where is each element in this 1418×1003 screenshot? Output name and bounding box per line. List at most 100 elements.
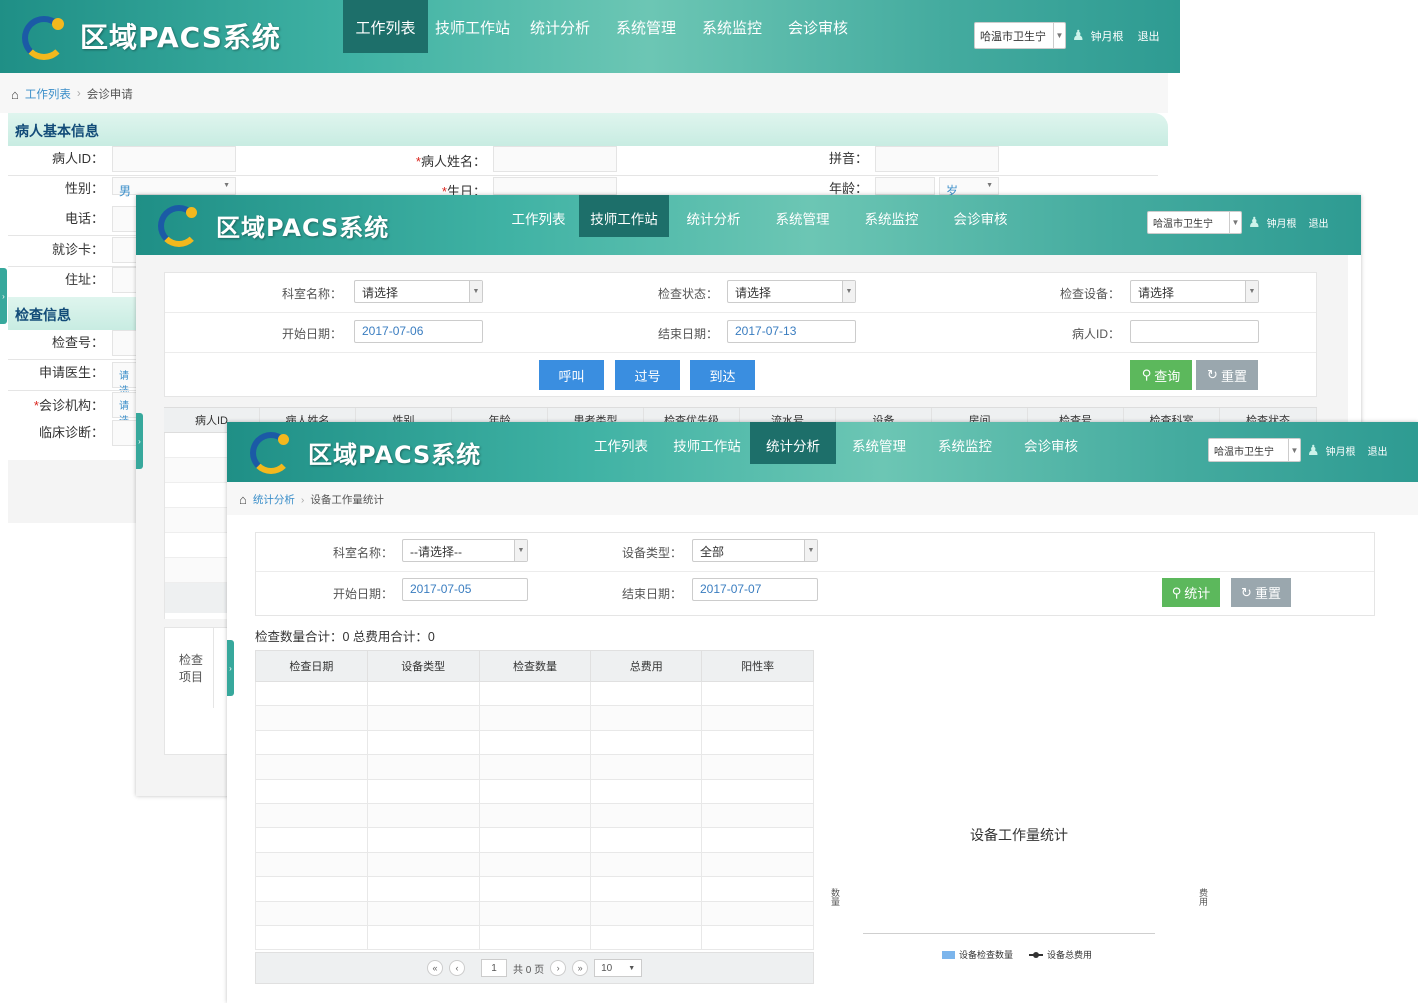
dept-select[interactable]: --请选择-- ▼ bbox=[402, 539, 528, 562]
column-header[interactable]: 设备类型 bbox=[366, 650, 480, 682]
label-consult-org: *会诊机构： bbox=[33, 398, 104, 413]
breadcrumb-link[interactable]: 工作列表 bbox=[25, 86, 71, 102]
birthday-field[interactable] bbox=[493, 177, 617, 195]
column-header[interactable]: 检查数量 bbox=[478, 650, 592, 682]
region-select[interactable]: 哈温市卫生宁 ▼ bbox=[1147, 211, 1242, 234]
first-page-icon[interactable]: « bbox=[427, 960, 443, 976]
home-icon[interactable]: ⌂ bbox=[239, 492, 247, 507]
label-gender: 性别： bbox=[64, 181, 104, 196]
logo-icon bbox=[158, 203, 204, 247]
label-card: 就诊卡： bbox=[51, 242, 104, 257]
nav-worklist[interactable]: 工作列表 bbox=[578, 422, 664, 464]
stat-button[interactable]: ⚲ 统计 bbox=[1162, 578, 1220, 607]
table-row bbox=[255, 876, 814, 902]
nav-technician[interactable]: 技师工作站 bbox=[664, 422, 750, 464]
breadcrumb: ⌂ 工作列表 › 会诊申请 bbox=[11, 86, 133, 102]
main-nav: 工作列表 技师工作站 统计分析 系统管理 系统监控 会诊审核 bbox=[498, 195, 1025, 255]
query-button[interactable]: ⚲ 查询 bbox=[1130, 360, 1192, 390]
side-collapse-tab[interactable]: › bbox=[227, 640, 234, 696]
caret-down-icon: ▼ bbox=[1245, 281, 1258, 302]
logout-link[interactable]: 退出 bbox=[1138, 28, 1160, 44]
label-exam-no: 检查号： bbox=[51, 335, 104, 350]
nav-technician[interactable]: 技师工作站 bbox=[428, 0, 517, 53]
main-nav: 工作列表 技师工作站 统计分析 系统管理 系统监控 会诊审核 bbox=[343, 0, 861, 73]
side-collapse-tab[interactable]: › bbox=[136, 413, 143, 469]
legend-item-count[interactable]: 设备检查数量 bbox=[942, 948, 1013, 961]
nav-system-admin[interactable]: 系统管理 bbox=[758, 195, 847, 237]
age-unit-select[interactable]: 岁 ▼ bbox=[939, 177, 999, 198]
legend-item-fee[interactable]: 设备总费用 bbox=[1029, 948, 1092, 961]
search-icon: ⚲ bbox=[1171, 584, 1182, 600]
logout-link[interactable]: 退出 bbox=[1368, 443, 1388, 458]
nav-worklist[interactable]: 工作列表 bbox=[343, 0, 428, 53]
region-select[interactable]: 哈温市卫生宁 ▼ bbox=[1208, 438, 1301, 462]
home-icon[interactable]: ⌂ bbox=[11, 87, 19, 102]
logout-link[interactable]: 退出 bbox=[1309, 215, 1329, 230]
table-row bbox=[255, 705, 814, 731]
page-total: 共 0 页 bbox=[513, 964, 545, 976]
column-header[interactable]: 检查日期 bbox=[255, 650, 368, 682]
patient-id-field[interactable] bbox=[112, 146, 236, 172]
label-diagnosis: 临床诊断： bbox=[38, 425, 104, 440]
nav-consult-review[interactable]: 会诊审核 bbox=[1008, 422, 1094, 464]
breadcrumb-current: 会诊申请 bbox=[86, 89, 133, 101]
side-collapse-tab[interactable]: › bbox=[0, 268, 7, 324]
end-date-field[interactable]: 2017-07-13 bbox=[727, 320, 856, 343]
refresh-icon: ↻ bbox=[1241, 584, 1252, 600]
call-button[interactable]: 呼叫 bbox=[539, 360, 604, 390]
start-date-field[interactable]: 2017-07-06 bbox=[354, 320, 483, 343]
chart-legend: 设备检查数量 设备总费用 bbox=[942, 948, 1092, 961]
patient-id-field[interactable] bbox=[1130, 320, 1259, 343]
nav-consult-review[interactable]: 会诊审核 bbox=[936, 195, 1025, 237]
label-start-date: 开始日期： bbox=[281, 327, 342, 341]
gender-select[interactable]: 男 ▼ bbox=[112, 177, 236, 198]
skip-button[interactable]: 过号 bbox=[615, 360, 680, 390]
breadcrumb: ⌂ 统计分析 › 设备工作量统计 bbox=[239, 492, 384, 507]
chart-title: 设备工作量统计 bbox=[970, 827, 1068, 843]
reset-button[interactable]: ↻ 重置 bbox=[1231, 578, 1291, 607]
nav-statistics[interactable]: 统计分析 bbox=[517, 0, 603, 53]
nav-system-monitor[interactable]: 系统监控 bbox=[922, 422, 1008, 464]
label-exam-device: 检查设备： bbox=[1059, 287, 1120, 301]
nav-system-monitor[interactable]: 系统监控 bbox=[847, 195, 936, 237]
app-logo: 区域PACS系统 bbox=[158, 203, 389, 247]
table-row bbox=[255, 680, 814, 707]
arrive-button[interactable]: 到达 bbox=[690, 360, 755, 390]
window-device-workload: 区域PACS系统 工作列表 技师工作站 统计分析 系统管理 系统监控 会诊审核 … bbox=[227, 422, 1418, 1003]
breadcrumb-current: 设备工作量统计 bbox=[310, 494, 384, 506]
age-field[interactable] bbox=[875, 177, 935, 195]
column-header[interactable]: 阳性率 bbox=[701, 650, 814, 682]
end-date-field[interactable]: 2017-07-07 bbox=[692, 578, 818, 601]
app-header: 区域PACS系统 工作列表 技师工作站 统计分析 系统管理 系统监控 会诊审核 … bbox=[136, 195, 1361, 255]
reset-button[interactable]: ↻ 重置 bbox=[1196, 360, 1258, 390]
nav-statistics[interactable]: 统计分析 bbox=[750, 422, 836, 464]
exam-status-select[interactable]: 请选择 ▼ bbox=[727, 280, 856, 303]
label-dept: 科室名称： bbox=[281, 287, 342, 301]
nav-system-admin[interactable]: 系统管理 bbox=[836, 422, 922, 464]
nav-system-monitor[interactable]: 系统监控 bbox=[689, 0, 775, 53]
patient-name-field[interactable] bbox=[493, 146, 617, 172]
start-date-field[interactable]: 2017-07-05 bbox=[402, 578, 528, 601]
prev-page-icon[interactable]: ‹ bbox=[449, 960, 465, 976]
nav-worklist[interactable]: 工作列表 bbox=[498, 195, 579, 237]
nav-system-admin[interactable]: 系统管理 bbox=[603, 0, 689, 53]
breadcrumb-bar bbox=[0, 73, 1168, 113]
nav-statistics[interactable]: 统计分析 bbox=[669, 195, 758, 237]
nav-consult-review[interactable]: 会诊审核 bbox=[775, 0, 861, 53]
next-page-icon[interactable]: › bbox=[550, 960, 567, 976]
device-type-select[interactable]: 全部 ▼ bbox=[692, 539, 818, 562]
page-input[interactable]: 1 bbox=[481, 959, 507, 977]
column-header[interactable]: 总费用 bbox=[590, 650, 703, 682]
section-exam-info: 检查信息 bbox=[8, 297, 136, 330]
caret-down-icon: ▼ bbox=[1288, 439, 1300, 461]
label-dept: 科室名称： bbox=[332, 546, 393, 560]
breadcrumb-link[interactable]: 统计分析 bbox=[253, 492, 295, 507]
pinyin-field[interactable] bbox=[875, 146, 999, 172]
worklist-rows bbox=[164, 433, 228, 619]
nav-technician[interactable]: 技师工作站 bbox=[579, 195, 669, 237]
region-select[interactable]: 哈温市卫生宁 ▼ bbox=[974, 22, 1066, 49]
dept-select[interactable]: 请选择 ▼ bbox=[354, 280, 483, 303]
page-size-select[interactable]: 10 ▼ bbox=[594, 959, 643, 977]
exam-device-select[interactable]: 请选择 ▼ bbox=[1130, 280, 1259, 303]
last-page-icon[interactable]: » bbox=[572, 960, 589, 976]
